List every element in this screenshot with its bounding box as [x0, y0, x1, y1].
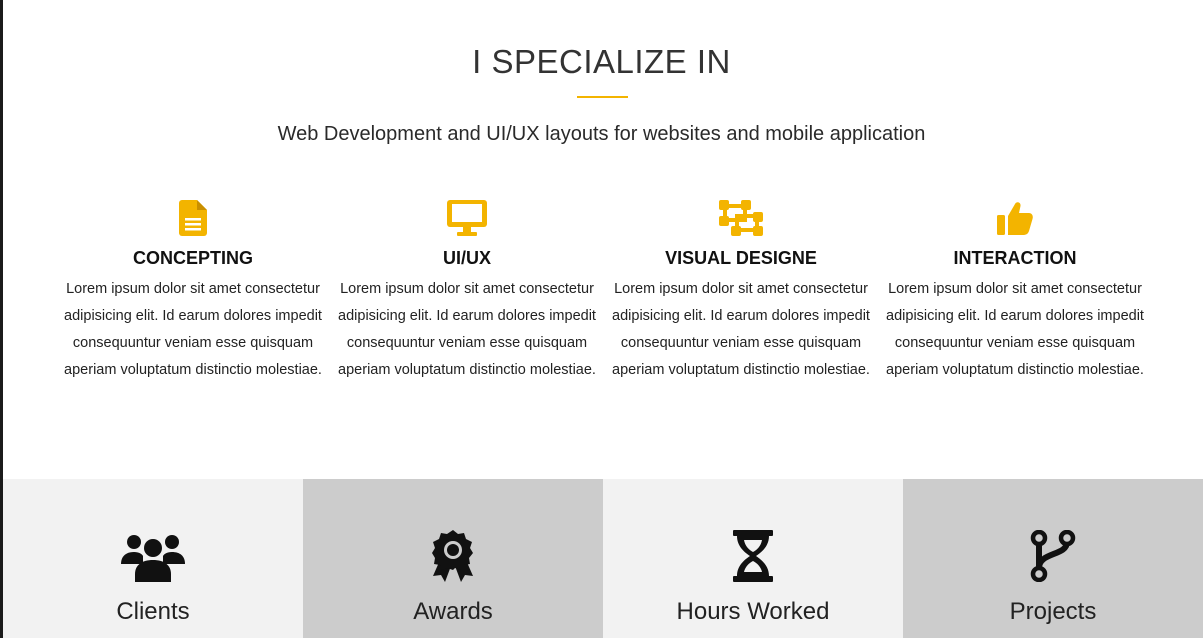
service-title: INTERACTION: [953, 248, 1077, 268]
stat-label: Hours Worked: [676, 598, 830, 625]
service-ui-ux: UI/UX Lorem ipsum dolor sit amet consect…: [330, 198, 604, 384]
stat-projects: Projects: [903, 479, 1203, 638]
service-description: Lorem ipsum dolor sit amet consectetur a…: [64, 281, 322, 378]
thumbs-up-icon: [878, 198, 1152, 238]
desktop-icon: [330, 198, 604, 238]
section-subtitle: Web Development and UI/UX layouts for we…: [277, 123, 926, 145]
stat-awards: Awards: [303, 479, 603, 638]
stat-label: Awards: [413, 598, 493, 625]
stat-label: Projects: [1009, 598, 1097, 625]
file-icon: [56, 198, 330, 238]
users-icon: [121, 529, 185, 583]
title-underline: [577, 96, 628, 98]
services-row: CONCEPTING Lorem ipsum dolor sit amet co…: [56, 198, 1152, 384]
service-interaction: INTERACTION Lorem ipsum dolor sit amet c…: [878, 198, 1152, 384]
service-description: Lorem ipsum dolor sit amet consectetur a…: [612, 281, 870, 378]
stat-label: Clients: [116, 598, 190, 625]
service-visual-design: VISUAL DESIGNE Lorem ipsum dolor sit ame…: [604, 198, 878, 384]
service-description: Lorem ipsum dolor sit amet consectetur a…: [338, 281, 596, 378]
service-title: VISUAL DESIGNE: [665, 248, 817, 268]
object-group-icon: [604, 198, 878, 238]
code-branch-icon: [1030, 529, 1076, 583]
stat-hours-worked: Hours Worked: [603, 479, 903, 638]
section-title: I SPECIALIZE IN: [472, 43, 731, 80]
stats-bar: Clients Awards Hours Worked Projects: [3, 479, 1203, 638]
hourglass-icon: [733, 529, 773, 583]
stat-clients: Clients: [3, 479, 303, 638]
award-icon: [432, 529, 474, 583]
service-title: UI/UX: [442, 248, 491, 268]
service-concepting: CONCEPTING Lorem ipsum dolor sit amet co…: [56, 198, 330, 384]
service-title: CONCEPTING: [132, 248, 253, 268]
service-description: Lorem ipsum dolor sit amet consectetur a…: [886, 281, 1144, 378]
